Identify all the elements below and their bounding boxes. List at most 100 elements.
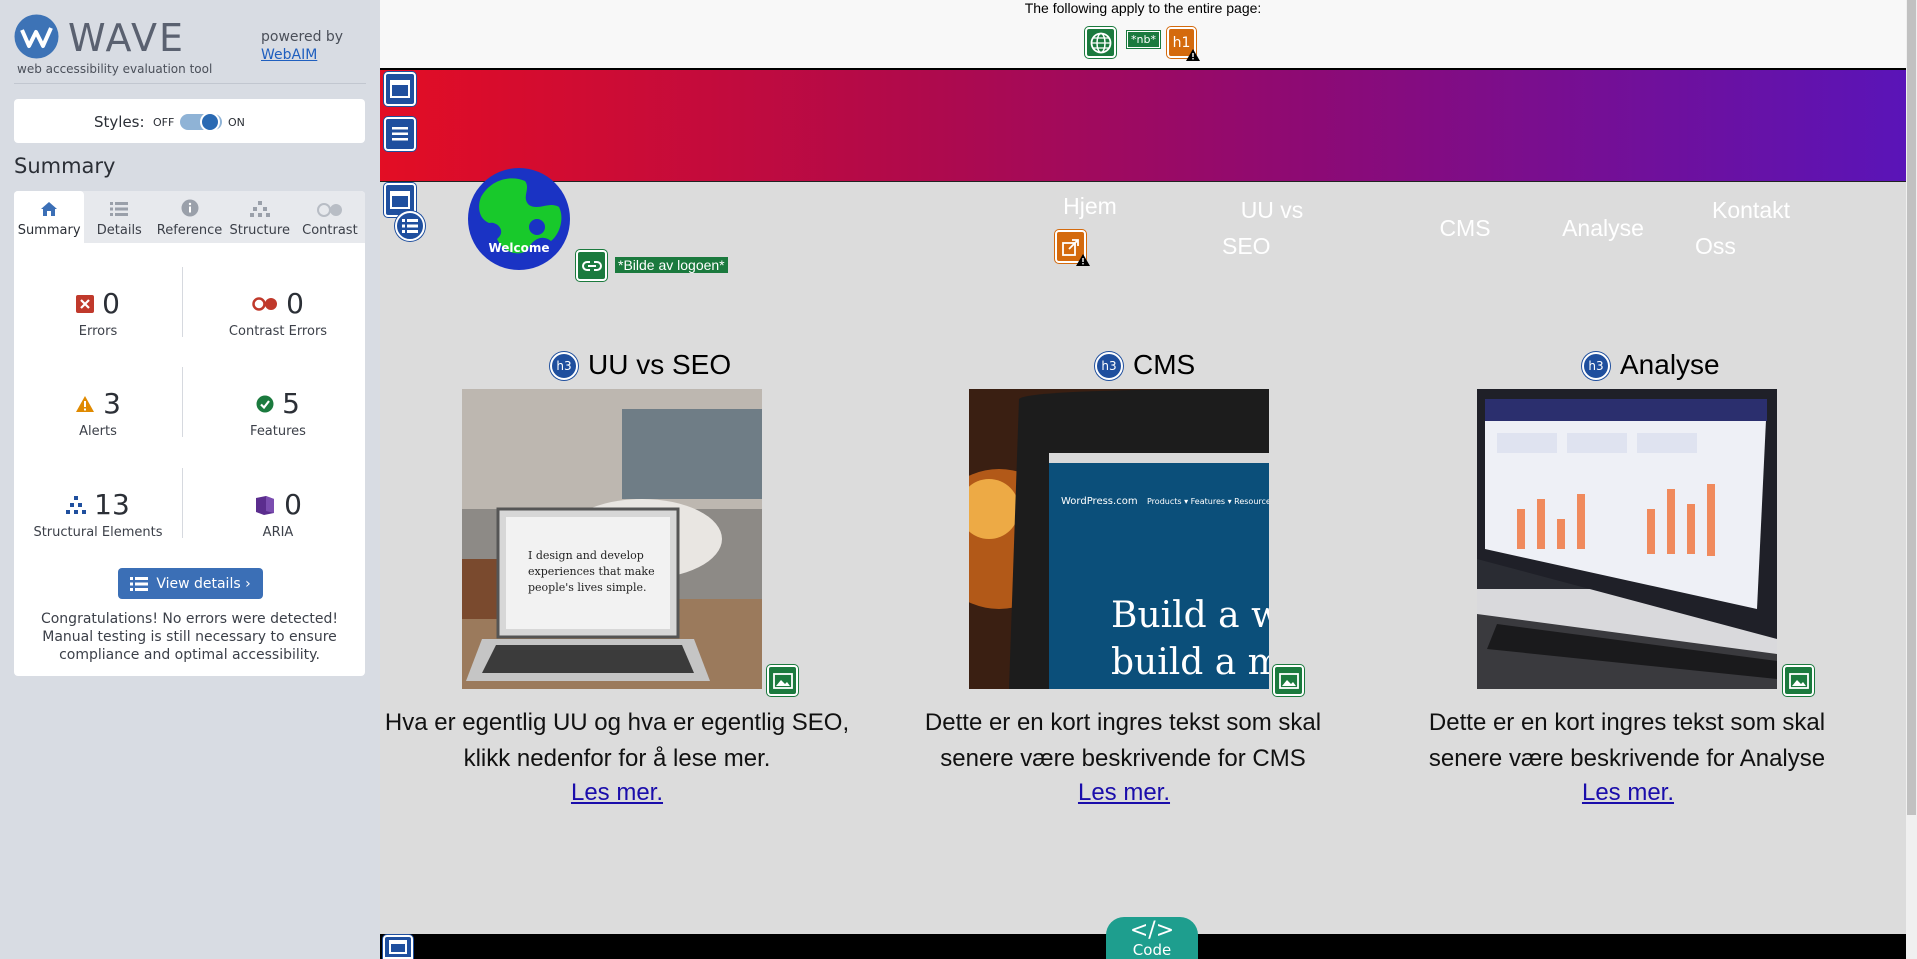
svg-text:build a move: build a move (1111, 642, 1269, 683)
scrollbar-thumb[interactable] (1907, 0, 1916, 815)
nav-analyse[interactable]: Analyse (1538, 210, 1668, 246)
summary-panel: Summary Details Reference Structure Cont… (14, 191, 365, 676)
wave-logo-text: WAVE (68, 16, 186, 60)
tab-reference-label: Reference (156, 223, 223, 238)
tab-details[interactable]: Details (84, 191, 154, 243)
warning-icon (1076, 254, 1090, 266)
card-title-analyse: Analyse (1620, 349, 1720, 380)
unordered-list-icon (402, 219, 418, 233)
view-details-button[interactable]: View details › (118, 568, 263, 599)
card-image-cms: WordPress.com Products ▾ Features ▾ Reso… (969, 389, 1269, 689)
home-icon (41, 202, 58, 216)
nav-cms[interactable]: CMS (1405, 210, 1525, 246)
svg-text:I design and develop: I design and develop (528, 549, 644, 562)
nav-hjem-label: Hjem (1063, 193, 1117, 219)
feature-check-icon (256, 395, 274, 412)
region-icon (390, 191, 410, 209)
nav-hjem[interactable]: Hjem (1060, 188, 1120, 224)
tab-reference[interactable]: Reference (154, 191, 224, 243)
structural-count: 13 (94, 488, 130, 521)
list-icon (130, 576, 149, 591)
stat-divider (182, 468, 183, 538)
les-mer-link-uu-vs-seo[interactable]: Les mer. (467, 779, 767, 807)
structural-label: Structural Elements (33, 525, 163, 540)
h1-alert-icon[interactable]: h1 (1167, 27, 1200, 61)
tab-structure-label: Structure (229, 223, 290, 238)
linked-image-icon[interactable] (576, 250, 607, 281)
card-image-analyse (1477, 389, 1777, 689)
link-icon (581, 260, 602, 271)
styles-toggle-knob[interactable] (200, 112, 220, 132)
contrast-error-icon (252, 296, 278, 311)
lang-badge[interactable]: *nb* (1126, 30, 1161, 49)
tab-contrast[interactable]: Contrast (295, 191, 365, 243)
wave-logo-subtitle: web accessibility evaluation tool (17, 62, 213, 76)
analytics-laptop-photo (1477, 389, 1777, 689)
card-text-line1: Dette er en kort ingres tekst som skal (924, 709, 1322, 736)
header-banner (380, 68, 1906, 182)
les-mer-link-cms[interactable]: Les mer. (974, 779, 1274, 807)
header-region-icon[interactable] (384, 72, 416, 106)
card-text-line2: klikk nedenfor for å lese mer. (463, 745, 771, 772)
page-level-bar: The following apply to the entire page: … (380, 0, 1906, 68)
site-logo-image: Welcome (468, 168, 570, 270)
list-structure-icon[interactable] (395, 211, 425, 241)
tab-summary[interactable]: Summary (14, 191, 85, 243)
image-icon (1788, 672, 1809, 689)
nav-kontakt-oss[interactable]: Kontakt Oss (1695, 192, 1815, 264)
alt-text-feature-icon[interactable] (1783, 665, 1814, 696)
stat-divider (182, 267, 183, 337)
card-text-uu-vs-seo: Hva er egentlig UU og hva er egentlig SE… (380, 705, 857, 777)
sidebar-divider (14, 83, 366, 84)
nav-kontakt-line1: Kontakt (1712, 197, 1790, 223)
hierarchy-icon (249, 201, 270, 217)
page-level-text: The following apply to the entire page: (1024, 0, 1262, 16)
stat-contrast-errors[interactable]: 0 Contrast Errors (198, 287, 358, 339)
tab-structure[interactable]: Structure (225, 191, 295, 243)
h3-icon[interactable]: h3 (550, 352, 578, 380)
tab-summary-label: Summary (17, 223, 81, 238)
h3-badge-text: h3 (556, 359, 572, 373)
alt-text-feature-icon[interactable] (767, 665, 798, 696)
language-icon[interactable] (1085, 27, 1116, 58)
code-label: Code (1132, 941, 1172, 959)
webaim-link[interactable]: WebAIM (261, 46, 343, 64)
h3-icon[interactable]: h3 (1095, 352, 1123, 380)
features-label: Features (250, 424, 306, 439)
tab-details-label: Details (96, 223, 142, 238)
code-toggle-button[interactable]: </> Code (1106, 917, 1198, 959)
card-text-line2: senere være beskrivende for CMS (940, 745, 1306, 772)
aria-count: 0 (284, 488, 302, 521)
view-details-label: View details › (156, 575, 251, 592)
h3-icon[interactable]: h3 (1582, 352, 1610, 380)
svg-text:people's lives simple.: people's lives simple. (528, 581, 646, 594)
svg-text:experiences that make: experiences that make (528, 565, 655, 578)
svg-text:WordPress.com: WordPress.com (1061, 496, 1138, 507)
code-icon: </> (1129, 918, 1175, 943)
card-text-cms: Dette er en kort ingres tekst som skal s… (883, 705, 1363, 777)
redundant-link-alert-icon[interactable] (1055, 230, 1090, 266)
stat-alerts[interactable]: 3 Alerts (18, 387, 178, 439)
toggle-off-label: OFF (153, 116, 175, 129)
nav-uu-vs-seo[interactable]: UU vs SEO (1210, 192, 1310, 264)
contrast-icon (316, 203, 342, 217)
alt-text-feature-icon[interactable] (1273, 665, 1304, 696)
card-image-uu-vs-seo: I design and develop experiences that ma… (462, 389, 762, 689)
card-text-line1: Dette er en kort ingres tekst som skal (1428, 709, 1826, 736)
les-mer-link-analyse[interactable]: Les mer. (1478, 779, 1778, 807)
evaluated-page: The following apply to the entire page: … (380, 0, 1906, 959)
stat-structural[interactable]: 13 Structural Elements (18, 488, 178, 540)
nav-region-icon[interactable] (384, 117, 416, 151)
alerts-label: Alerts (79, 424, 117, 439)
stat-features[interactable]: 5 Features (198, 387, 358, 439)
list-icon (110, 202, 129, 216)
footer-region-icon[interactable] (383, 935, 413, 959)
card-title-cms: CMS (1133, 349, 1196, 380)
stat-errors[interactable]: 0 Errors (18, 287, 178, 339)
wave-sidebar: WAVE web accessibility evaluation tool p… (0, 0, 380, 959)
styles-toggle-box: Styles: OFF ON (14, 99, 365, 143)
error-icon (76, 294, 95, 313)
nav-cms-label: CMS (1439, 215, 1491, 241)
stat-aria[interactable]: 0 ARIA (198, 488, 358, 540)
congrats-message: Congratulations! No errors were detected… (40, 611, 339, 663)
